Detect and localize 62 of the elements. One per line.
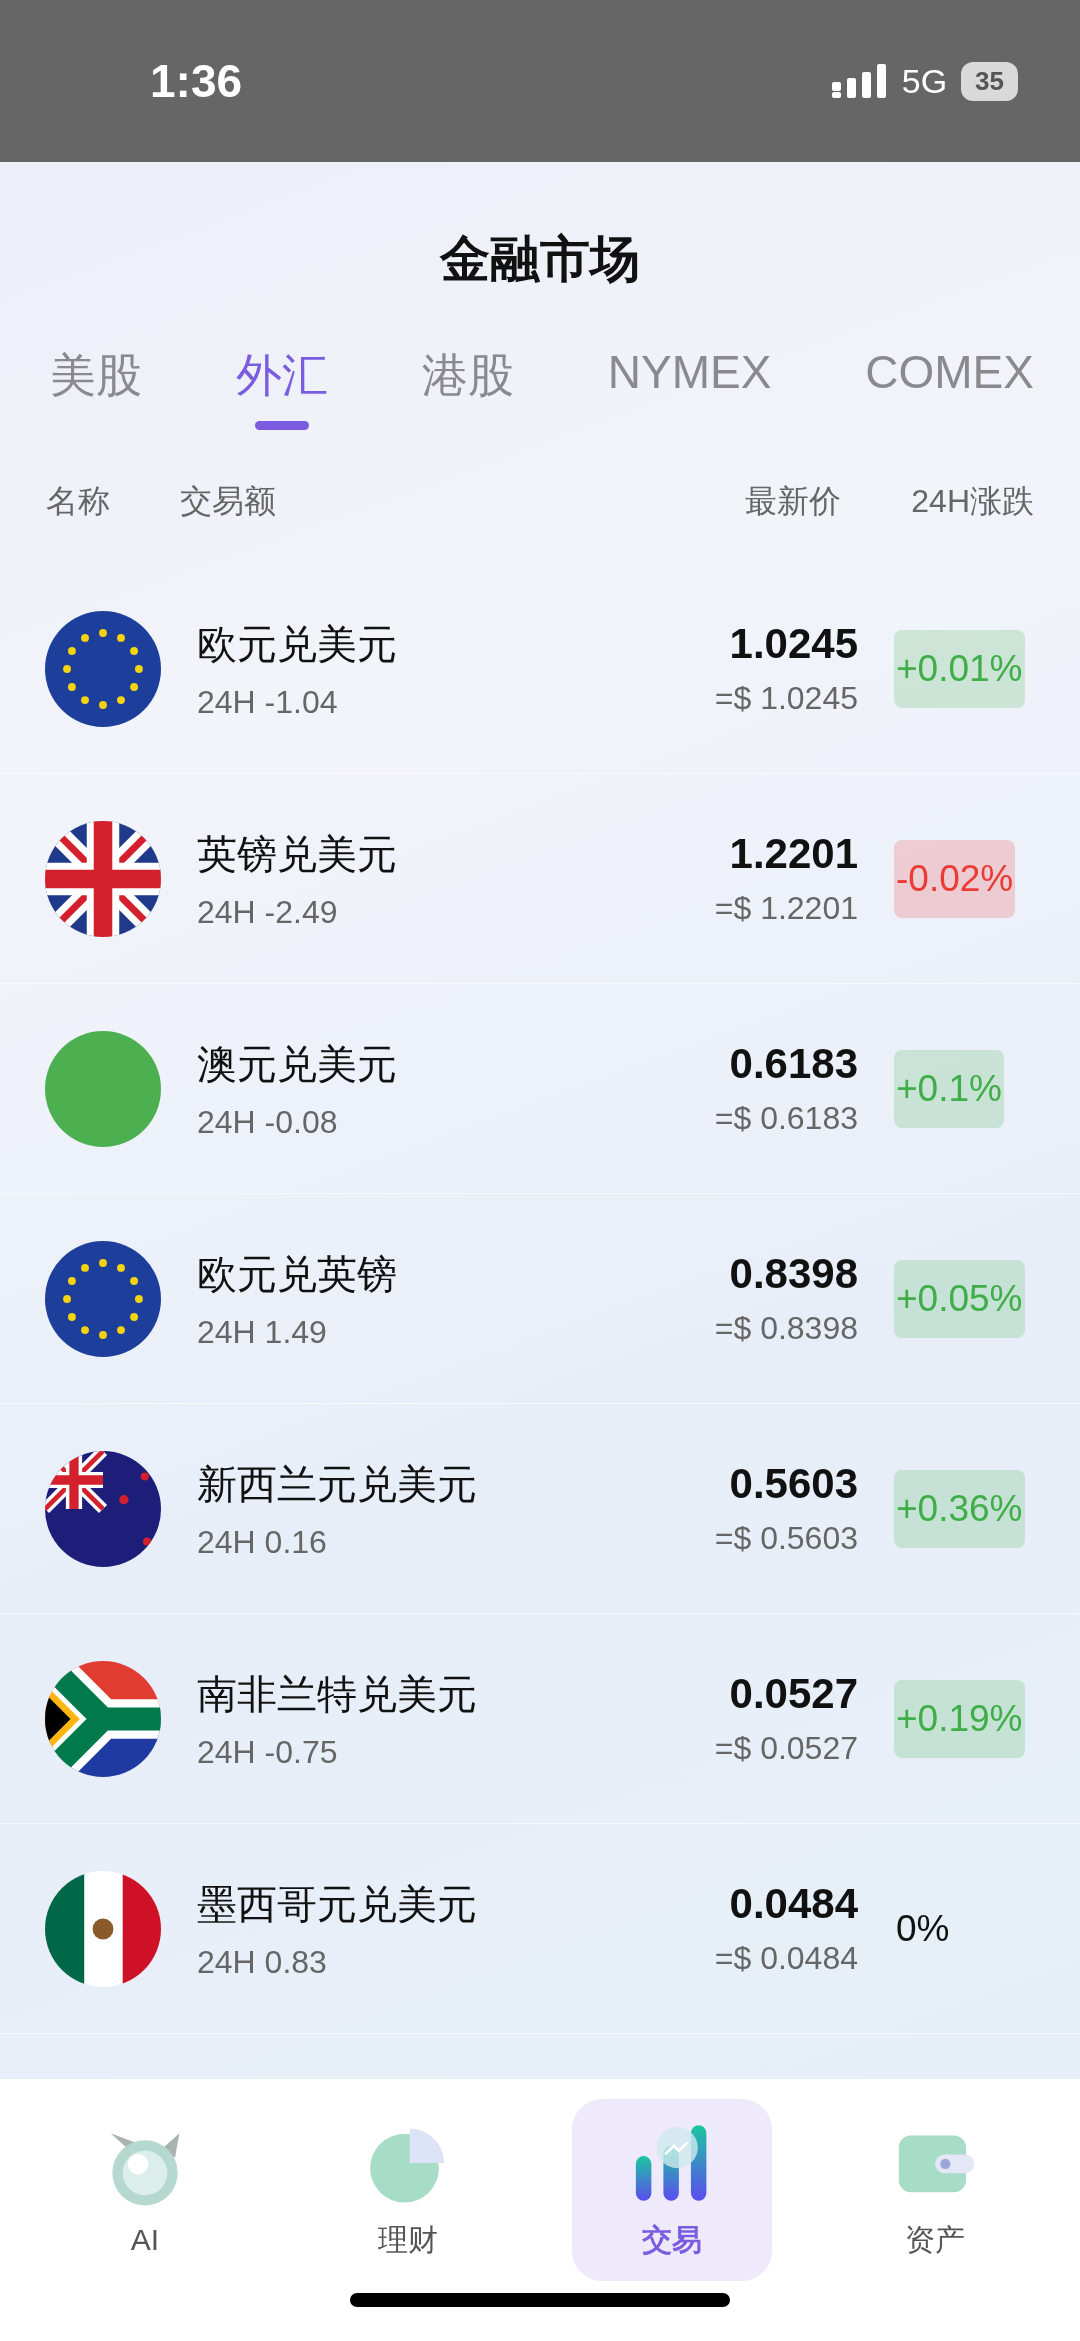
column-header: 交易额 xyxy=(180,482,276,521)
pair-name: 新西兰元兑美元 xyxy=(197,1460,478,1508)
volume-text: 24H 1.49 xyxy=(197,1313,328,1351)
currency-pair-row[interactable]: 新西兰元兑美元 24H 0.16 0.5603 =$ 0.5603 +0.36% xyxy=(0,1404,1080,1614)
pair-name: 墨西哥元兑美元 xyxy=(197,1880,478,1928)
currency-pair-row[interactable]: 欧元兑英镑 24H 1.49 0.8398 =$ 0.8398 +0.05% xyxy=(0,1194,1080,1404)
price-text: 1.0245 xyxy=(728,620,858,668)
price-text: 0.6183 xyxy=(728,1040,858,1088)
change-badge: -0.02% xyxy=(894,839,1016,918)
volume-text: 24H -0.08 xyxy=(197,1103,339,1141)
pair-name: 欧元兑英镑 xyxy=(197,1250,398,1298)
change-badge: +0.36% xyxy=(894,1469,1025,1548)
volume-text: 24H -1.04 xyxy=(197,683,339,721)
column-header: 最新价 xyxy=(745,482,842,521)
circle-icon xyxy=(45,1030,161,1147)
price-text: 1.2201 xyxy=(728,830,858,878)
nav-tab[interactable]: 交易 xyxy=(571,2099,772,2281)
usd-price-text: =$ 0.5603 xyxy=(714,1520,858,1557)
battery-icon: 35 xyxy=(961,61,1018,101)
price-text: 0.0484 xyxy=(728,1880,858,1928)
pair-name: 南非兰特兑美元 xyxy=(197,1670,478,1718)
change-text: 0% xyxy=(895,1906,951,1951)
change-badge: +0.05% xyxy=(894,1259,1025,1338)
usd-price-text: =$ 0.8398 xyxy=(714,1310,858,1347)
usd-price-text: =$ 1.2201 xyxy=(714,890,858,927)
market-tab[interactable]: 外汇 xyxy=(235,345,328,407)
clock: 1:36 xyxy=(150,54,243,108)
change-badge: +0.1% xyxy=(894,1049,1004,1128)
price-text: 0.5603 xyxy=(728,1460,858,1508)
nav-tab[interactable]: 理财 xyxy=(308,2099,509,2281)
currency-pair-row[interactable]: 澳元兑美元 24H -0.08 0.6183 =$ 0.6183 +0.1% xyxy=(0,984,1080,1194)
flag-icon xyxy=(45,1870,161,1987)
currency-pair-row[interactable]: 南非兰特兑美元 24H -0.75 0.0527 =$ 0.0527 +0.19% xyxy=(0,1614,1080,1824)
tab-underline xyxy=(254,421,309,430)
volume-text: 24H -2.49 xyxy=(197,893,339,931)
usd-price-text: =$ 1.0245 xyxy=(714,680,858,717)
signal-icon xyxy=(831,64,888,98)
currency-pair-row[interactable]: 英镑兑美元 24H -2.49 1.2201 =$ 1.2201 -0.02% xyxy=(0,774,1080,984)
volume-text: 24H 0.16 xyxy=(197,1523,328,1561)
flag-icon xyxy=(45,1240,161,1357)
pair-name: 英镑兑美元 xyxy=(197,830,398,878)
pair-name: 澳元兑美元 xyxy=(197,1040,398,1088)
flag-icon xyxy=(45,610,161,727)
change-badge: +0.19% xyxy=(894,1679,1025,1758)
column-header: 24H涨跌 xyxy=(911,482,1034,521)
pair-name: 欧元兑美元 xyxy=(197,620,398,668)
usd-price-text: =$ 0.0527 xyxy=(714,1730,858,1767)
volume-text: 24H 0.83 xyxy=(197,1943,328,1981)
currency-pair-row[interactable]: 墨西哥元兑美元 24H 0.83 0.0484 =$ 0.0484 0% xyxy=(0,1824,1080,2034)
volume-text: 24H -0.75 xyxy=(197,1733,339,1771)
network-label: 5G xyxy=(901,61,948,101)
flag-icon xyxy=(45,1660,161,1777)
usd-price-text: =$ 0.0484 xyxy=(714,1940,858,1977)
usd-price-text: =$ 0.6183 xyxy=(714,1100,858,1137)
price-text: 0.0527 xyxy=(728,1670,858,1718)
currency-pair-row[interactable]: 欧元兑美元 24H -1.04 1.0245 =$ 1.0245 +0.01% xyxy=(0,564,1080,774)
nav-tab[interactable]: AI xyxy=(45,2099,245,2281)
nav-tab[interactable]: 资产 xyxy=(835,2099,1035,2281)
change-badge: +0.01% xyxy=(894,629,1025,708)
page-title: 金融市场 xyxy=(438,230,641,289)
price-text: 0.8398 xyxy=(728,1250,858,1298)
column-header: 名称 xyxy=(46,482,110,521)
